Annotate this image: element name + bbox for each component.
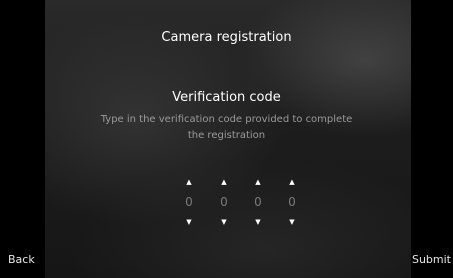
chevron-up-icon[interactable]: ▲	[179, 176, 199, 188]
chevron-down-icon[interactable]: ▼	[282, 216, 302, 228]
code-digit-1: ▲ 0 ▼	[179, 176, 199, 236]
code-digit-value[interactable]: 0	[248, 192, 268, 212]
code-digit-3: ▲ 0 ▼	[248, 176, 268, 236]
chevron-down-icon[interactable]: ▼	[214, 216, 234, 228]
code-digit-value[interactable]: 0	[179, 192, 199, 212]
code-digit-4: ▲ 0 ▼	[282, 176, 302, 236]
chevron-down-icon[interactable]: ▼	[179, 216, 199, 228]
registration-screen: Camera registration Verification code Ty…	[0, 0, 453, 278]
verification-description: Type in the verification code provided t…	[100, 114, 353, 141]
code-digit-value[interactable]: 0	[214, 192, 234, 212]
verification-code-input: ▲ 0 ▼ ▲ 0 ▼ ▲ 0 ▼ ▲ 0 ▼	[0, 176, 453, 236]
chevron-down-icon[interactable]: ▼	[248, 216, 268, 228]
chevron-up-icon[interactable]: ▲	[214, 176, 234, 188]
chevron-up-icon[interactable]: ▲	[248, 176, 268, 188]
verification-heading: Verification code	[172, 90, 281, 105]
chevron-up-icon[interactable]: ▲	[282, 176, 302, 188]
submit-button[interactable]: Submit	[412, 253, 451, 266]
code-digit-2: ▲ 0 ▼	[214, 176, 234, 236]
code-digit-value[interactable]: 0	[282, 192, 302, 212]
page-title: Camera registration	[161, 30, 292, 45]
back-button[interactable]: Back	[8, 253, 35, 266]
